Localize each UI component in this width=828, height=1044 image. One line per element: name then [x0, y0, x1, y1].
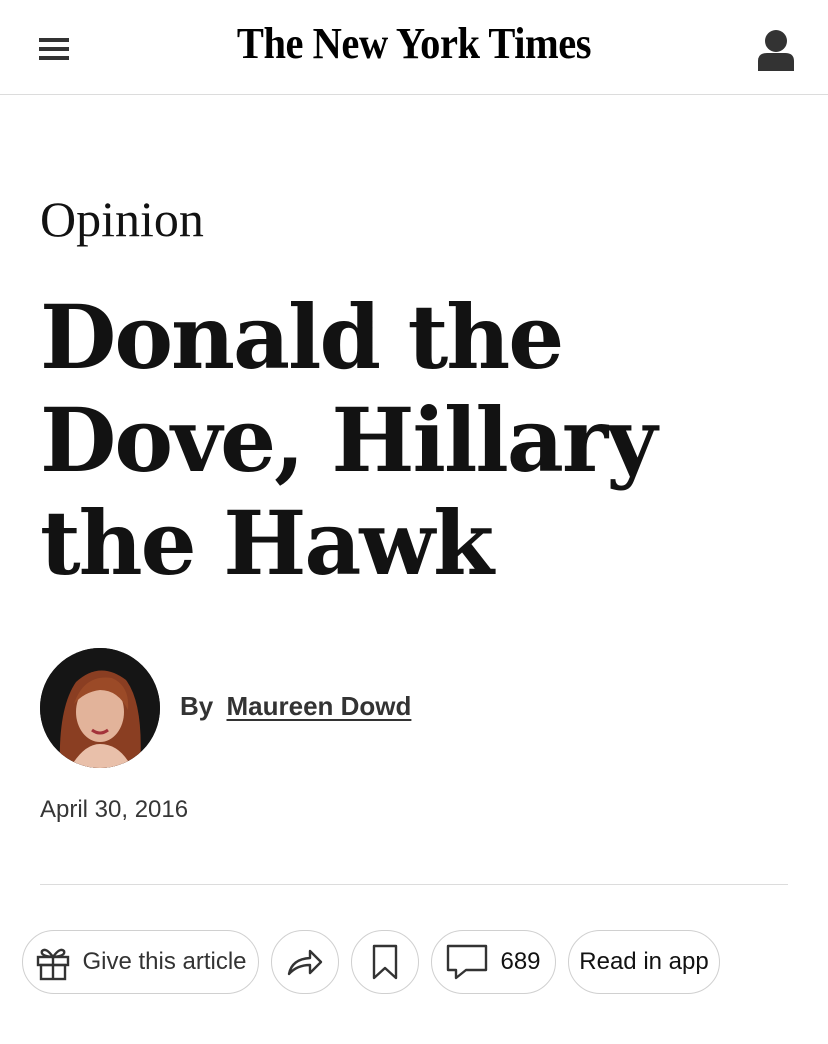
account-icon[interactable]	[758, 29, 794, 71]
divider	[40, 884, 788, 885]
read-in-app-button[interactable]: Read in app	[568, 930, 720, 994]
bookmark-icon	[372, 944, 398, 980]
share-arrow-icon	[286, 947, 324, 977]
masthead-logo[interactable]: The New York Times	[33, 18, 795, 69]
share-button[interactable]	[271, 930, 339, 994]
save-button[interactable]	[351, 930, 419, 994]
give-article-label: Give this article	[82, 948, 247, 975]
author-link[interactable]: Maureen Dowd	[226, 691, 411, 721]
article-headline: Donald the Dove, Hillary the Hawk	[40, 285, 657, 595]
publish-date: April 30, 2016	[40, 796, 189, 823]
comments-count: 689	[500, 948, 541, 975]
top-navigation-bar: The New York Times	[0, 0, 828, 95]
gift-icon	[34, 943, 72, 981]
section-kicker[interactable]: Opinion	[40, 190, 204, 248]
comment-bubble-icon	[446, 944, 488, 980]
byline: By Maureen Dowd	[180, 691, 411, 722]
author-avatar	[40, 648, 160, 768]
byline-prefix: By	[180, 691, 214, 721]
comments-button[interactable]: 689	[431, 930, 556, 994]
give-article-button[interactable]: Give this article	[22, 930, 259, 994]
